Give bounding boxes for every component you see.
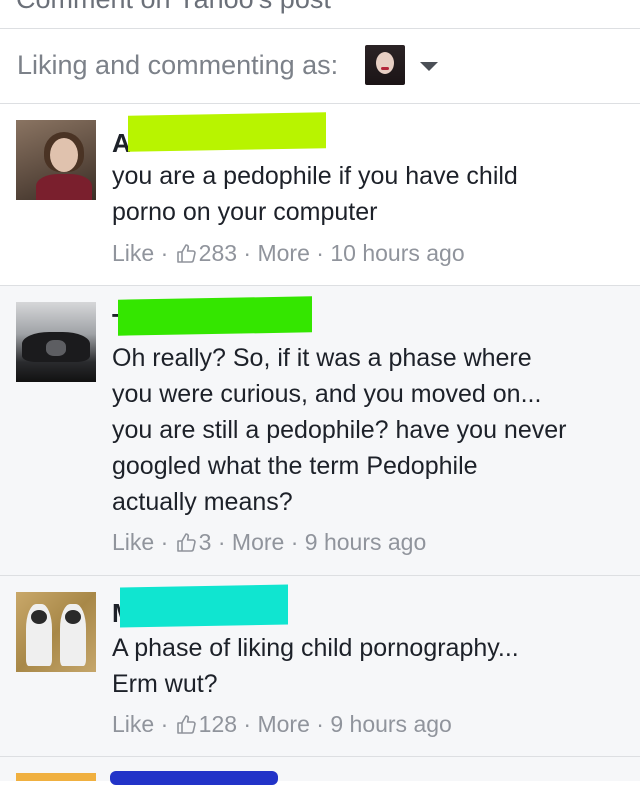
liking-as-bar[interactable]: Liking and commenting as: [0,29,640,104]
separator: · [160,711,169,737]
separator: · [160,529,169,555]
separator: · [316,240,324,266]
comment-text-line: you were curious, and you moved on... [112,380,542,408]
comment-timestamp[interactable]: 9 hours ago [305,529,426,555]
separator: · [243,711,252,737]
name-redaction [118,296,312,336]
comment-actions: Like · 283 · More · 10 hours ago [112,240,465,267]
comment-timestamp[interactable]: 10 hours ago [330,240,464,266]
comment-text: A phase of liking child pornography... E… [112,630,632,702]
avatar-body [36,174,92,200]
comment-text-line: you are still a pedophile? have you neve… [112,416,567,444]
post-header-strip: Comment on Yahoo's post [0,0,640,29]
name-redaction [120,584,288,628]
comment-text-line: porno on your computer [112,198,378,226]
current-user-avatar[interactable] [365,45,405,85]
commenter-avatar[interactable] [16,773,96,781]
commenter-avatar[interactable] [16,120,96,200]
comment-text: Oh really? So, if it was a phase where y… [112,340,632,520]
comment-text: you are a pedophile if you have child po… [112,158,632,230]
commenter-avatar[interactable] [16,592,96,672]
separator: · [290,529,299,555]
comment-text-line: you are a pedophile if you have child [112,162,518,190]
avatar-face [376,52,394,74]
like-link[interactable]: Like [112,711,154,737]
comment-timestamp[interactable]: 9 hours ago [330,711,451,737]
separator: · [243,240,252,266]
like-count[interactable]: 3 [199,529,212,555]
like-count[interactable]: 283 [199,240,237,266]
comment-text-line: Erm wut? [112,670,218,698]
thumbs-up-icon [175,531,197,553]
comment-text-line: Oh really? So, if it was a phase where [112,344,532,372]
comment-text-line: actually means? [112,488,293,516]
like-link[interactable]: Like [112,529,154,555]
name-redaction [110,771,278,785]
like-count[interactable]: 128 [199,711,237,737]
comment-item [0,757,640,785]
post-header-title: Comment on Yahoo's post [16,0,331,15]
separator: · [160,240,169,266]
thumbs-up-icon [175,713,197,735]
liking-as-label: Liking and commenting as: [17,50,339,80]
more-link[interactable]: More [257,711,309,737]
avatar-mask [65,610,81,624]
comment-actions: Like · 3 · More · 9 hours ago [112,529,426,556]
avatar-face [50,138,78,172]
dropdown-caret-icon[interactable] [420,62,438,71]
thumbs-up-icon [175,242,197,264]
comment-item: T Oh really? So, if it was a phase where… [0,286,640,576]
comment-actions: Like · 128 · More · 9 hours ago [112,711,452,738]
commenter-avatar[interactable] [16,302,96,382]
like-link[interactable]: Like [112,240,154,266]
comment-item: M A phase of liking child pornography...… [0,576,640,757]
comment-item: A you are a pedophile if you have child … [0,104,640,286]
more-link[interactable]: More [232,529,284,555]
comment-text-line: googled what the term Pedophile [112,452,478,480]
name-redaction [128,112,326,152]
comment-text-line: A phase of liking child pornography... [112,634,519,662]
avatar-mask [31,610,47,624]
avatar-lip [381,67,389,70]
separator: · [217,529,226,555]
separator: · [316,711,324,737]
more-link[interactable]: More [257,240,309,266]
avatar-car-grill [46,340,66,356]
